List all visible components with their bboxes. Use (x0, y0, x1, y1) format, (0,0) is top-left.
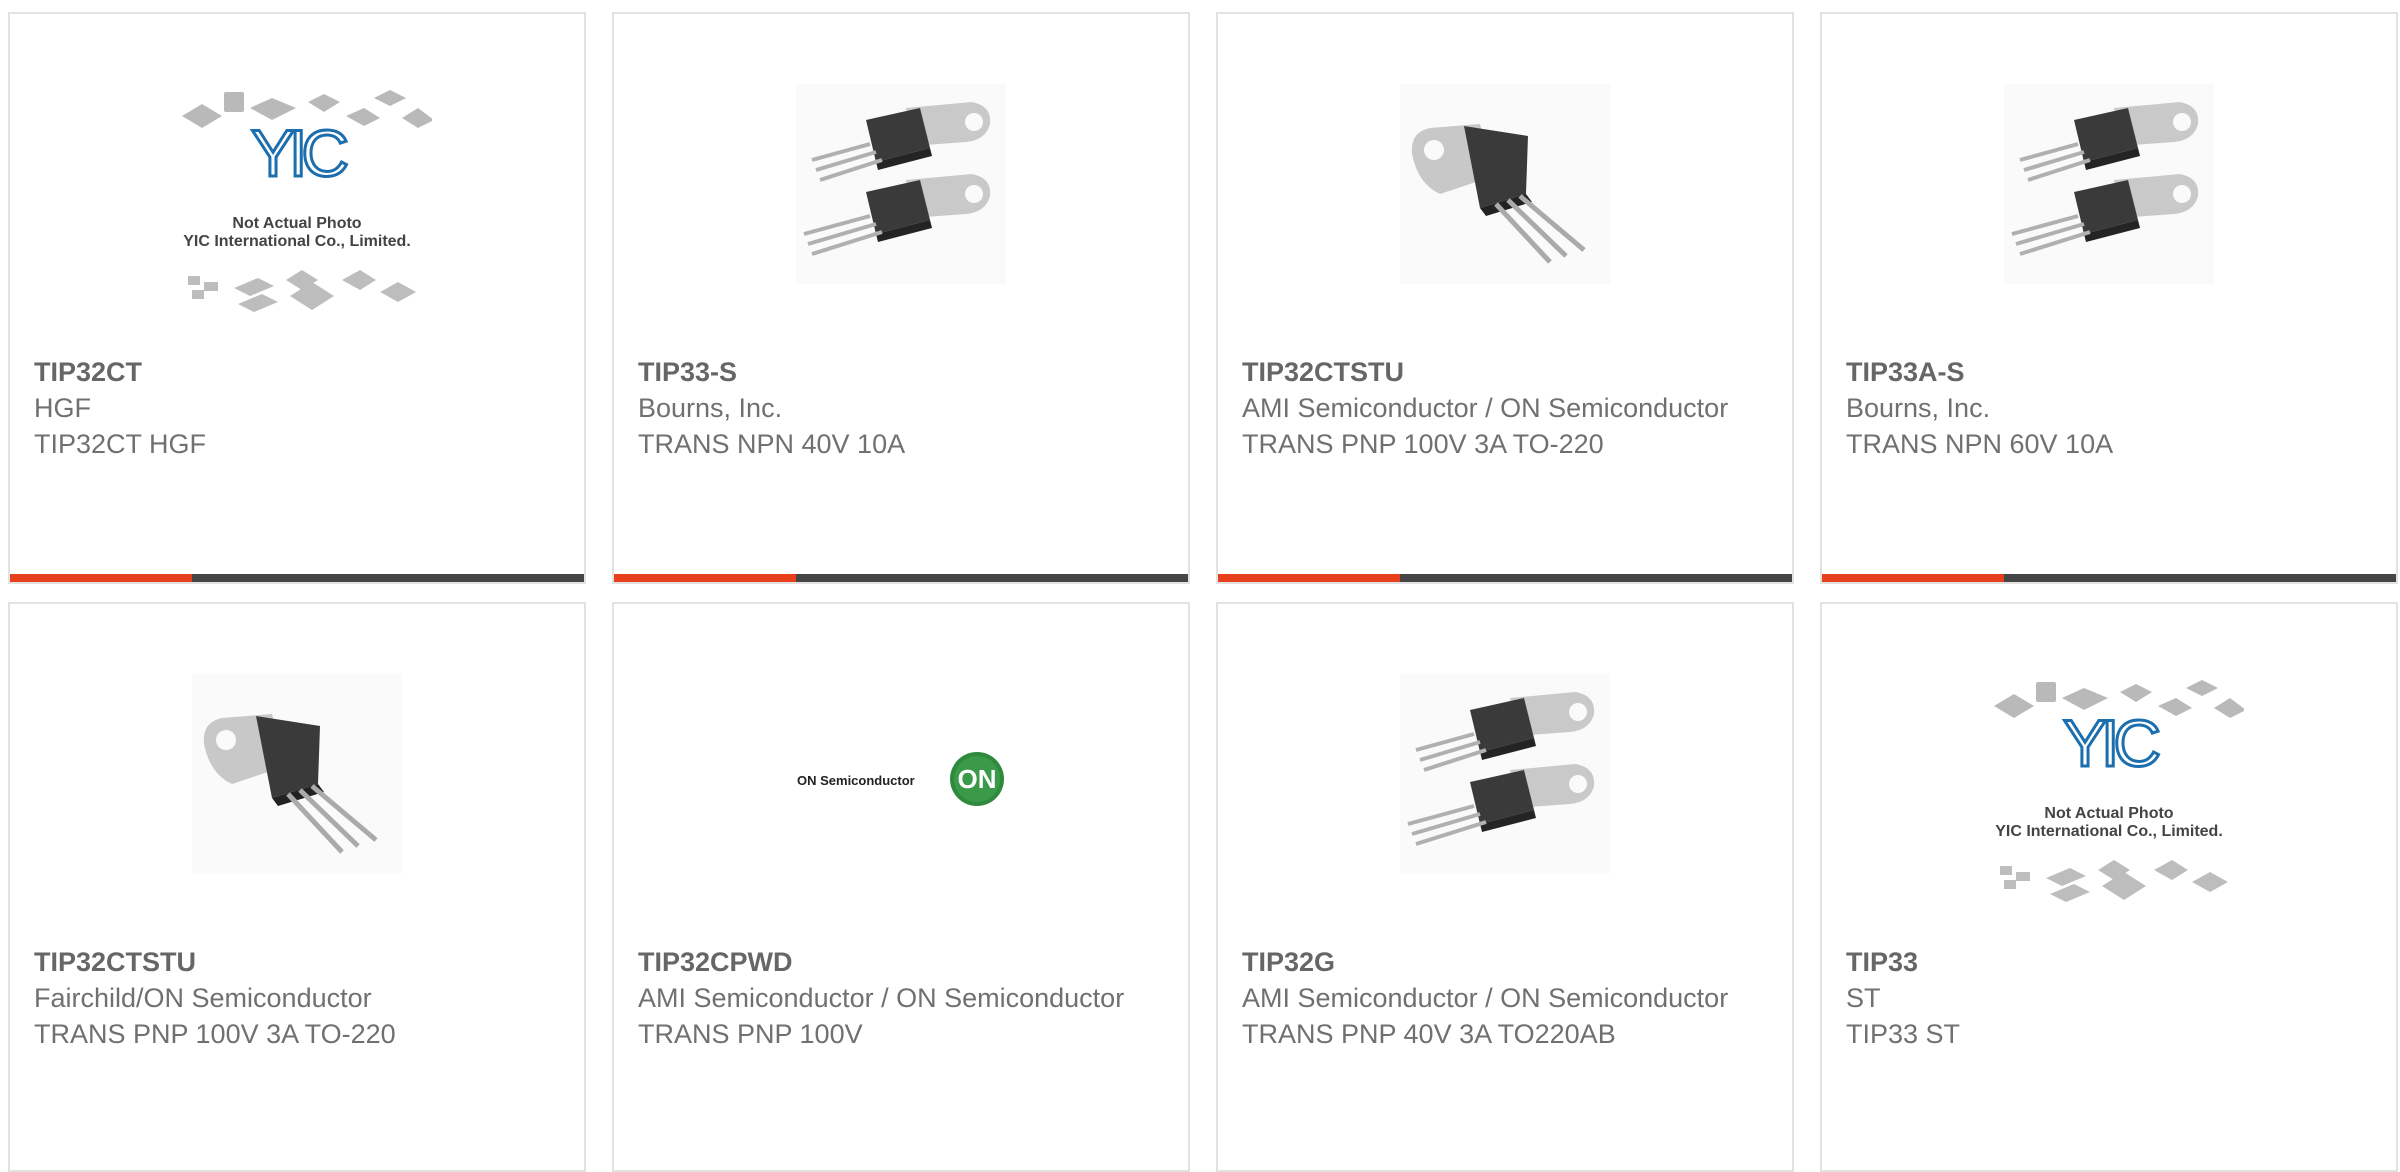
description: TRANS NPN 60V 10A (1846, 429, 2114, 459)
part-number[interactable]: TIP32CPWD (638, 944, 1168, 980)
svg-text:Not Actual Photo: Not Actual Photo (232, 215, 361, 232)
svg-text:YIC International Co., Limited: YIC International Co., Limited. (1995, 823, 2223, 840)
manufacturer: Bourns, Inc. (638, 393, 783, 423)
transistor-single-image-icon (1400, 84, 1610, 284)
product-grid: YIC Not Actual Photo YIC International C… (0, 0, 2400, 1172)
svg-text:YIC: YIC (2063, 706, 2159, 780)
placeholder-image-icon: YIC Not Actual Photo YIC International C… (1994, 680, 2244, 902)
part-number[interactable]: TIP32CTSTU (1242, 354, 1772, 390)
product-card[interactable]: TIP32CTSTU Fairchild/ON Semiconductor TR… (8, 602, 586, 1172)
card-footer-bar (10, 574, 584, 582)
product-card[interactable]: TIP33-S Bourns, Inc. TRANS NPN 40V 10A (612, 12, 1190, 584)
manufacturer: Fairchild/ON Semiconductor (34, 983, 372, 1013)
placeholder-image-icon: YIC Not Actual Photo YIC International C… (182, 90, 432, 312)
svg-text:ON: ON (958, 764, 997, 794)
description: TRANS PNP 100V (638, 1019, 863, 1049)
description: TRANS PNP 40V 3A TO220AB (1242, 1019, 1616, 1049)
manufacturer: HGF (34, 393, 91, 423)
product-card[interactable]: TIP32G AMI Semiconductor / ON Semiconduc… (1216, 602, 1794, 1172)
product-image[interactable]: YIC Not Actual Photo YIC International C… (1822, 674, 2396, 944)
manufacturer: AMI Semiconductor / ON Semiconductor (1242, 983, 1729, 1013)
manufacturer: Bourns, Inc. (1846, 393, 1991, 423)
product-image[interactable] (614, 84, 1188, 354)
transistor-pair-image-icon (796, 84, 1006, 284)
part-number[interactable]: TIP33 (1846, 944, 2376, 980)
part-number[interactable]: TIP32CT (34, 354, 564, 390)
part-number[interactable]: TIP33-S (638, 354, 1168, 390)
svg-text:YIC International Co., Limited: YIC International Co., Limited. (183, 233, 411, 250)
description: TRANS NPN 40V 10A (638, 429, 906, 459)
card-footer-bar (1218, 574, 1792, 582)
transistor-pair-image-icon (1400, 674, 1610, 874)
description: TRANS PNP 100V 3A TO-220 (34, 1019, 396, 1049)
manufacturer: AMI Semiconductor / ON Semiconductor (638, 983, 1125, 1013)
part-number[interactable]: TIP32G (1242, 944, 1772, 980)
manufacturer: ST (1846, 983, 1881, 1013)
product-card[interactable]: TIP32CTSTU AMI Semiconductor / ON Semico… (1216, 12, 1794, 584)
product-image[interactable] (1218, 674, 1792, 944)
transistor-pair-image-icon (2004, 84, 2214, 284)
description: TIP33 ST (1846, 1019, 1961, 1049)
product-card[interactable]: TIP33A-S Bourns, Inc. TRANS NPN 60V 10A (1820, 12, 2398, 584)
svg-text:ON Semiconductor: ON Semiconductor (797, 773, 915, 788)
product-card[interactable]: YIC Not Actual Photo YIC International C… (8, 12, 586, 584)
part-number[interactable]: TIP32CTSTU (34, 944, 564, 980)
product-image[interactable] (10, 674, 584, 944)
product-image[interactable]: YIC Not Actual Photo YIC International C… (10, 84, 584, 354)
svg-text:Not Actual Photo: Not Actual Photo (2044, 805, 2173, 822)
manufacturer: AMI Semiconductor / ON Semiconductor (1242, 393, 1729, 423)
product-card[interactable]: ON Semiconductor ON TIP32CPWD AMI Semico… (612, 602, 1190, 1172)
description: TRANS PNP 100V 3A TO-220 (1242, 429, 1604, 459)
part-number[interactable]: TIP33A-S (1846, 354, 2376, 390)
description: TIP32CT HGF (34, 429, 207, 459)
product-image[interactable] (1218, 84, 1792, 354)
product-image[interactable] (1822, 84, 2396, 354)
transistor-single-image-icon (192, 674, 402, 874)
card-footer-bar (1822, 574, 2396, 582)
card-footer-bar (614, 574, 1188, 582)
on-semiconductor-logo-icon: ON Semiconductor ON (797, 752, 1004, 806)
svg-text:YIC: YIC (251, 116, 347, 190)
product-card[interactable]: YIC Not Actual Photo YIC International C… (1820, 602, 2398, 1172)
